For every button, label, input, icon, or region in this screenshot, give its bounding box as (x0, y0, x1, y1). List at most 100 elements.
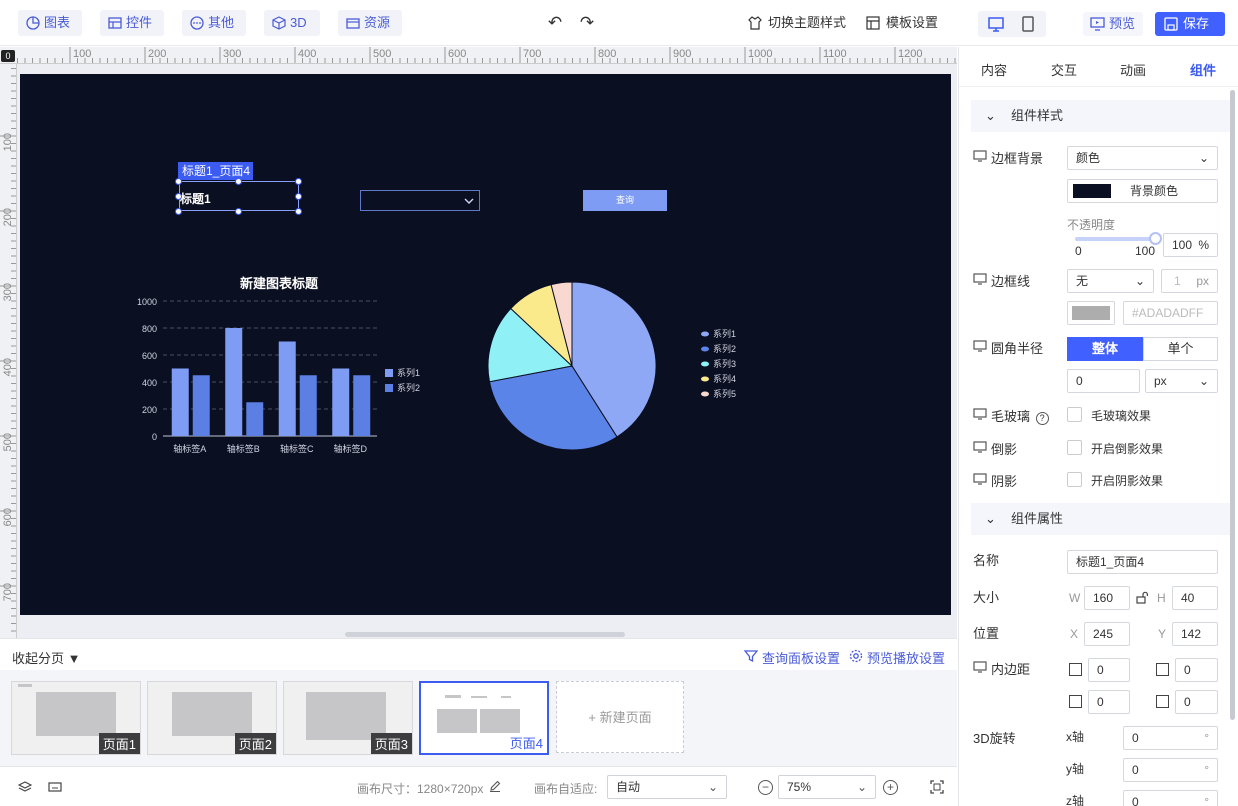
border-line-select[interactable]: 无 ⌄ (1067, 269, 1154, 293)
tablet-icon[interactable] (1018, 14, 1038, 34)
bar-chart[interactable]: 新建图表标题 0 200 400 600 800 1000 轴标签A 轴标签B 轴标签C 轴标签D 系… (137, 276, 420, 454)
radius-single-toggle[interactable]: 单个 (1143, 337, 1218, 361)
section-component-style[interactable]: ⌄ 组件样式 (971, 100, 1233, 132)
zoom-out-icon[interactable]: − (758, 780, 773, 795)
section-component-style-label: 组件样式 (1011, 108, 1064, 123)
resize-handle-br[interactable] (295, 208, 302, 215)
zoom-select[interactable]: 75% ⌄ (778, 775, 876, 799)
resize-handle-bl[interactable] (175, 208, 182, 215)
padding-right-input[interactable]: 0 (1175, 690, 1218, 714)
x-axis-input[interactable]: 0 ° (1123, 726, 1218, 750)
resize-handle-b[interactable] (235, 208, 242, 215)
help-icon[interactable]: ? (1035, 412, 1049, 425)
border-width-input[interactable]: 1 px (1161, 269, 1218, 293)
frost-checkbox[interactable] (1067, 407, 1082, 422)
resize-handle-r[interactable] (295, 193, 302, 200)
padding-top-input[interactable]: 0 (1088, 658, 1130, 682)
opacity-label: 不透明度 (1067, 218, 1116, 232)
opacity-min: 0 (1075, 244, 1082, 258)
padding-left-input[interactable]: 0 (1088, 690, 1130, 714)
query-panel-settings-link[interactable]: 查询面板设置 (744, 648, 840, 667)
reflect-checkbox[interactable] (1067, 440, 1082, 455)
border-color-picker[interactable] (1067, 301, 1115, 325)
page-thumb-3[interactable]: 页面3 (283, 681, 413, 755)
legend-swatch (701, 376, 709, 382)
bar-1 (171, 368, 189, 436)
horizontal-scrollbar[interactable] (345, 632, 625, 637)
desktop-icon[interactable] (986, 14, 1006, 34)
z-axis-input[interactable]: 0 ° (1123, 790, 1218, 806)
page-thumb-4[interactable]: 页面4 (419, 681, 549, 755)
collapse-pages-button[interactable]: 收起分页 ▼ (12, 648, 81, 667)
shadow-text: 阴影 (991, 474, 1018, 489)
opacity-value: 100 (1172, 238, 1193, 252)
layers-icon[interactable] (18, 781, 32, 793)
resize-handle-tl[interactable] (175, 178, 182, 185)
page-thumb-2[interactable]: 页面2 (147, 681, 277, 755)
radius-unit-select[interactable]: px ⌄ (1145, 369, 1218, 393)
resize-handle-l[interactable] (175, 193, 182, 200)
tab-animation[interactable]: 动画 (1120, 60, 1146, 79)
radius-input[interactable]: 0 (1067, 369, 1140, 393)
height-input[interactable]: 40 (1172, 586, 1218, 610)
padding-top-icon (1069, 663, 1082, 676)
plus-icon: + (588, 710, 596, 725)
new-page-button[interactable]: + 新建页面 (556, 681, 684, 753)
name-input[interactable]: 标题1_页面4 (1067, 550, 1218, 574)
x-axis-value: 0 (1132, 731, 1139, 745)
border-color-hex-input[interactable]: #ADADADFF (1123, 301, 1218, 325)
width-input[interactable]: 160 (1084, 586, 1130, 610)
caret-down-icon: ▼ (67, 651, 81, 666)
edit-icon[interactable] (489, 780, 501, 792)
resize-handle-t[interactable] (235, 178, 242, 185)
resize-handle-tr[interactable] (295, 178, 302, 185)
preview-button[interactable]: 预览 (1083, 12, 1143, 36)
chevron-down-icon: ⌄ (985, 108, 996, 123)
tab-component[interactable]: 组件 (1190, 60, 1216, 79)
bg-color-picker[interactable]: 背景颜色 (1067, 179, 1218, 203)
lock-open-icon[interactable] (1136, 591, 1149, 604)
thumb-block (471, 696, 487, 698)
chevron-down-icon: ⌄ (707, 780, 718, 794)
border-bg-select[interactable]: 颜色 ⌄ (1067, 146, 1218, 170)
shadow-checkbox[interactable] (1067, 472, 1082, 487)
opacity-input[interactable]: 100 % (1163, 233, 1218, 257)
border-width-value: 1 (1174, 274, 1181, 288)
canvas-fit-select[interactable]: 自动 ⌄ (607, 775, 727, 799)
keyboard-icon[interactable] (48, 781, 62, 793)
canvas-dropdown[interactable] (360, 190, 480, 211)
legend-label: 系列4 (713, 373, 736, 384)
x-input[interactable]: 245 (1084, 622, 1130, 646)
y-axis-label: y轴 (1066, 762, 1085, 776)
panel-scrollbar[interactable] (1230, 90, 1235, 720)
section-component-attrs[interactable]: ⌄ 组件属性 (971, 503, 1233, 535)
filter-icon (744, 650, 758, 663)
tab-content[interactable]: 内容 (981, 60, 1007, 79)
z-axis-value: 0 (1132, 795, 1139, 806)
fullscreen-icon[interactable] (930, 780, 944, 794)
opacity-slider[interactable] (1075, 237, 1155, 241)
legend-swatch (385, 369, 393, 377)
border-bg-value: 颜色 (1076, 151, 1101, 165)
y-axis-input[interactable]: 0 ° (1123, 758, 1218, 782)
bar-2 (246, 402, 264, 436)
bar-2 (192, 375, 210, 436)
zoom-in-icon[interactable]: + (883, 780, 898, 795)
save-icon (1164, 17, 1178, 31)
page-thumb-1[interactable]: 页面1 (11, 681, 141, 755)
radius-whole-toggle[interactable]: 整体 (1067, 337, 1143, 361)
bg-color-label: 背景颜色 (1130, 184, 1179, 198)
legend-label: 系列1 (713, 328, 736, 339)
thumb-block (172, 692, 252, 736)
reflect-check-label: 开启倒影效果 (1091, 442, 1164, 456)
canvas-query-button[interactable]: 查询 (583, 190, 667, 211)
preview-play-settings-link[interactable]: 预览播放设置 (849, 648, 945, 667)
padding-top-value: 0 (1097, 663, 1104, 677)
pie-chart[interactable]: 系列1 系列2 系列3 系列4 系列5 (487, 281, 736, 451)
legend-swatch (701, 346, 709, 352)
tab-interaction[interactable]: 交互 (1051, 60, 1077, 79)
padding-right-icon (1156, 695, 1169, 708)
save-button[interactable]: 保存 (1155, 12, 1225, 36)
y-input[interactable]: 142 (1172, 622, 1218, 646)
padding-bottom-input[interactable]: 0 (1175, 658, 1218, 682)
